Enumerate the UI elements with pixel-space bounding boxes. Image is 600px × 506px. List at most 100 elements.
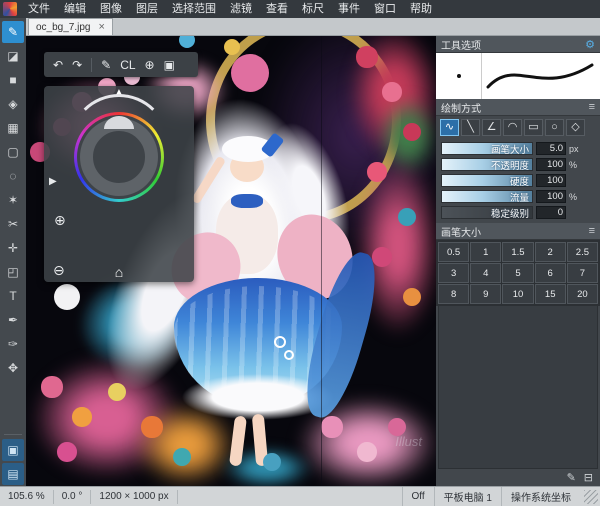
brush-mode-icon[interactable]: ✎: [101, 58, 111, 72]
panel-2-icon: ▤: [7, 467, 19, 481]
brush-size-value[interactable]: 5.0: [536, 142, 566, 155]
tool-fill[interactable]: ■: [2, 69, 24, 91]
menu-item-edit[interactable]: 编辑: [57, 0, 93, 18]
fit-view-icon[interactable]: ⌂: [115, 264, 123, 280]
tool-text[interactable]: T: [2, 285, 24, 307]
brush-size-preset[interactable]: 10: [502, 284, 534, 304]
status-bar: 105.6 % 0.0 ° 1200 × 1000 px Off 平板电脑 1 …: [0, 486, 600, 506]
brush-size-preset[interactable]: 20: [566, 284, 598, 304]
brush-size-preset[interactable]: 3: [438, 263, 470, 283]
mode-rectangle[interactable]: ▭: [524, 119, 543, 136]
menu-item-select[interactable]: 选择范围: [165, 0, 223, 18]
tool-eraser[interactable]: ◪: [2, 45, 24, 67]
brush-size-slider[interactable]: 画笔大小: [441, 142, 533, 156]
tool-hand[interactable]: ✥: [2, 357, 24, 379]
menu-item-filter[interactable]: 滤镜: [223, 0, 259, 18]
crosshair-icon[interactable]: ⊕: [145, 58, 155, 72]
color-donut[interactable]: [80, 118, 158, 196]
brush-size-preset[interactable]: 7: [566, 263, 598, 283]
mode-curve[interactable]: ◠: [503, 119, 522, 136]
panel-toggle-1-button[interactable]: ▣: [2, 439, 24, 461]
redo-icon[interactable]: ↷: [72, 58, 82, 72]
delete-brush-icon[interactable]: ⊟: [584, 471, 593, 484]
brush-stroke-preview: [482, 53, 600, 99]
tool-select-rect[interactable]: ▢: [2, 141, 24, 163]
rotation-value[interactable]: 0.0 °: [54, 489, 92, 504]
panel-toggle-2-button[interactable]: ▤: [2, 463, 24, 485]
opacity-slider[interactable]: 不透明度: [441, 158, 533, 172]
tool-select-pen[interactable]: ✂: [2, 213, 24, 235]
window-icon[interactable]: ▣: [164, 58, 175, 72]
undo-icon[interactable]: ↶: [53, 58, 63, 72]
guide-line: [321, 36, 322, 486]
coords-mode-button[interactable]: 操作系统坐标: [501, 487, 580, 506]
menu-item-help[interactable]: 帮助: [403, 0, 439, 18]
draw-mode-title: 绘制方式: [441, 103, 481, 115]
menu-item-file[interactable]: 文件: [21, 0, 57, 18]
brush-size-preset[interactable]: 5: [502, 263, 534, 283]
text-icon: T: [9, 289, 17, 303]
tool-eyedropper[interactable]: ✑: [2, 333, 24, 355]
panel-expand-icon[interactable]: ▶: [49, 176, 57, 187]
tab-bar: oc_bg_7.jpg ×: [26, 18, 600, 36]
menu-item-view[interactable]: 查看: [259, 0, 295, 18]
slider-label: 稳定级别: [490, 208, 529, 220]
slider-group: 画笔大小 5.0 px 不透明度 100 % 硬度 100 流量 100 % 稳…: [436, 140, 600, 223]
tool-gradient[interactable]: ▦: [2, 117, 24, 139]
opacity-value[interactable]: 100: [536, 158, 566, 171]
menu-item-layer[interactable]: 图层: [129, 0, 165, 18]
toolbar-separator: [91, 57, 93, 72]
stabilizer-slider[interactable]: 稳定级别: [441, 206, 533, 220]
canvas[interactable]: Illust ↶ ↷ ✎ CL ⊕ ▣ ▲ ▶ ⊕ ⊖ ⌂: [26, 36, 436, 486]
stabilizer-value[interactable]: 0: [536, 206, 566, 219]
mode-freehand[interactable]: ∿: [440, 119, 459, 136]
panel-menu-icon[interactable]: ≡: [589, 101, 595, 113]
zoom-in-icon[interactable]: ⊕: [54, 212, 66, 229]
menu-item-event[interactable]: 事件: [331, 0, 367, 18]
document-tab[interactable]: oc_bg_7.jpg ×: [28, 18, 113, 35]
brush-size-preset[interactable]: 1: [470, 242, 502, 262]
brush-size-preset[interactable]: 2.5: [566, 242, 598, 262]
brush-size-preset[interactable]: 8: [438, 284, 470, 304]
zoom-out-icon[interactable]: ⊖: [53, 262, 65, 279]
tablet-button[interactable]: 平板电脑 1: [433, 487, 501, 506]
menu-item-window[interactable]: 窗口: [367, 0, 403, 18]
mode-line[interactable]: ╲: [461, 119, 480, 136]
resize-grip[interactable]: [584, 489, 598, 504]
flow-value[interactable]: 100: [536, 190, 566, 203]
select-rect-icon: ▢: [7, 145, 19, 159]
tool-magic-wand[interactable]: ✶: [2, 189, 24, 211]
menu-item-ruler[interactable]: 标尺: [295, 0, 331, 18]
hand-icon: ✥: [7, 361, 19, 375]
brush-size-preset[interactable]: 2: [534, 242, 566, 262]
zoom-level[interactable]: 105.6 %: [0, 489, 54, 504]
mode-polygon[interactable]: ◇: [566, 119, 585, 136]
gear-icon[interactable]: ⚙: [585, 38, 595, 51]
clear-button[interactable]: CL: [120, 58, 135, 72]
brush-size-preset[interactable]: 6: [534, 263, 566, 283]
brush-size-preset[interactable]: 4: [470, 263, 502, 283]
tab-close-icon[interactable]: ×: [99, 22, 105, 33]
slider-label: 不透明度: [490, 160, 529, 172]
tool-transform[interactable]: ◰: [2, 261, 24, 283]
mode-polyline[interactable]: ∠: [482, 119, 501, 136]
brush-size-preset[interactable]: 0.5: [438, 242, 470, 262]
off-toggle[interactable]: Off: [401, 487, 434, 506]
tool-bucket[interactable]: ◈: [2, 93, 24, 115]
mode-ellipse[interactable]: ○: [545, 119, 564, 136]
tool-move[interactable]: ✛: [2, 237, 24, 259]
panel-menu-icon[interactable]: ≡: [589, 225, 595, 237]
color-wheel-panel: ▲ ▶ ⊕ ⊖ ⌂: [44, 86, 194, 282]
brush-size-preset[interactable]: 9: [470, 284, 502, 304]
flow-slider[interactable]: 流量: [441, 190, 533, 204]
brush-size-preset[interactable]: 15: [534, 284, 566, 304]
hardness-slider[interactable]: 硬度: [441, 174, 533, 188]
tool-lasso[interactable]: ◌: [2, 165, 24, 187]
brush-size-preset[interactable]: 1.5: [502, 242, 534, 262]
tool-pen[interactable]: ✒: [2, 309, 24, 331]
eraser-icon: ◪: [7, 49, 19, 63]
tool-brush[interactable]: ✎: [2, 21, 24, 43]
add-brush-icon[interactable]: ✎: [567, 471, 576, 484]
hardness-value[interactable]: 100: [536, 174, 566, 187]
menu-item-image[interactable]: 图像: [93, 0, 129, 18]
